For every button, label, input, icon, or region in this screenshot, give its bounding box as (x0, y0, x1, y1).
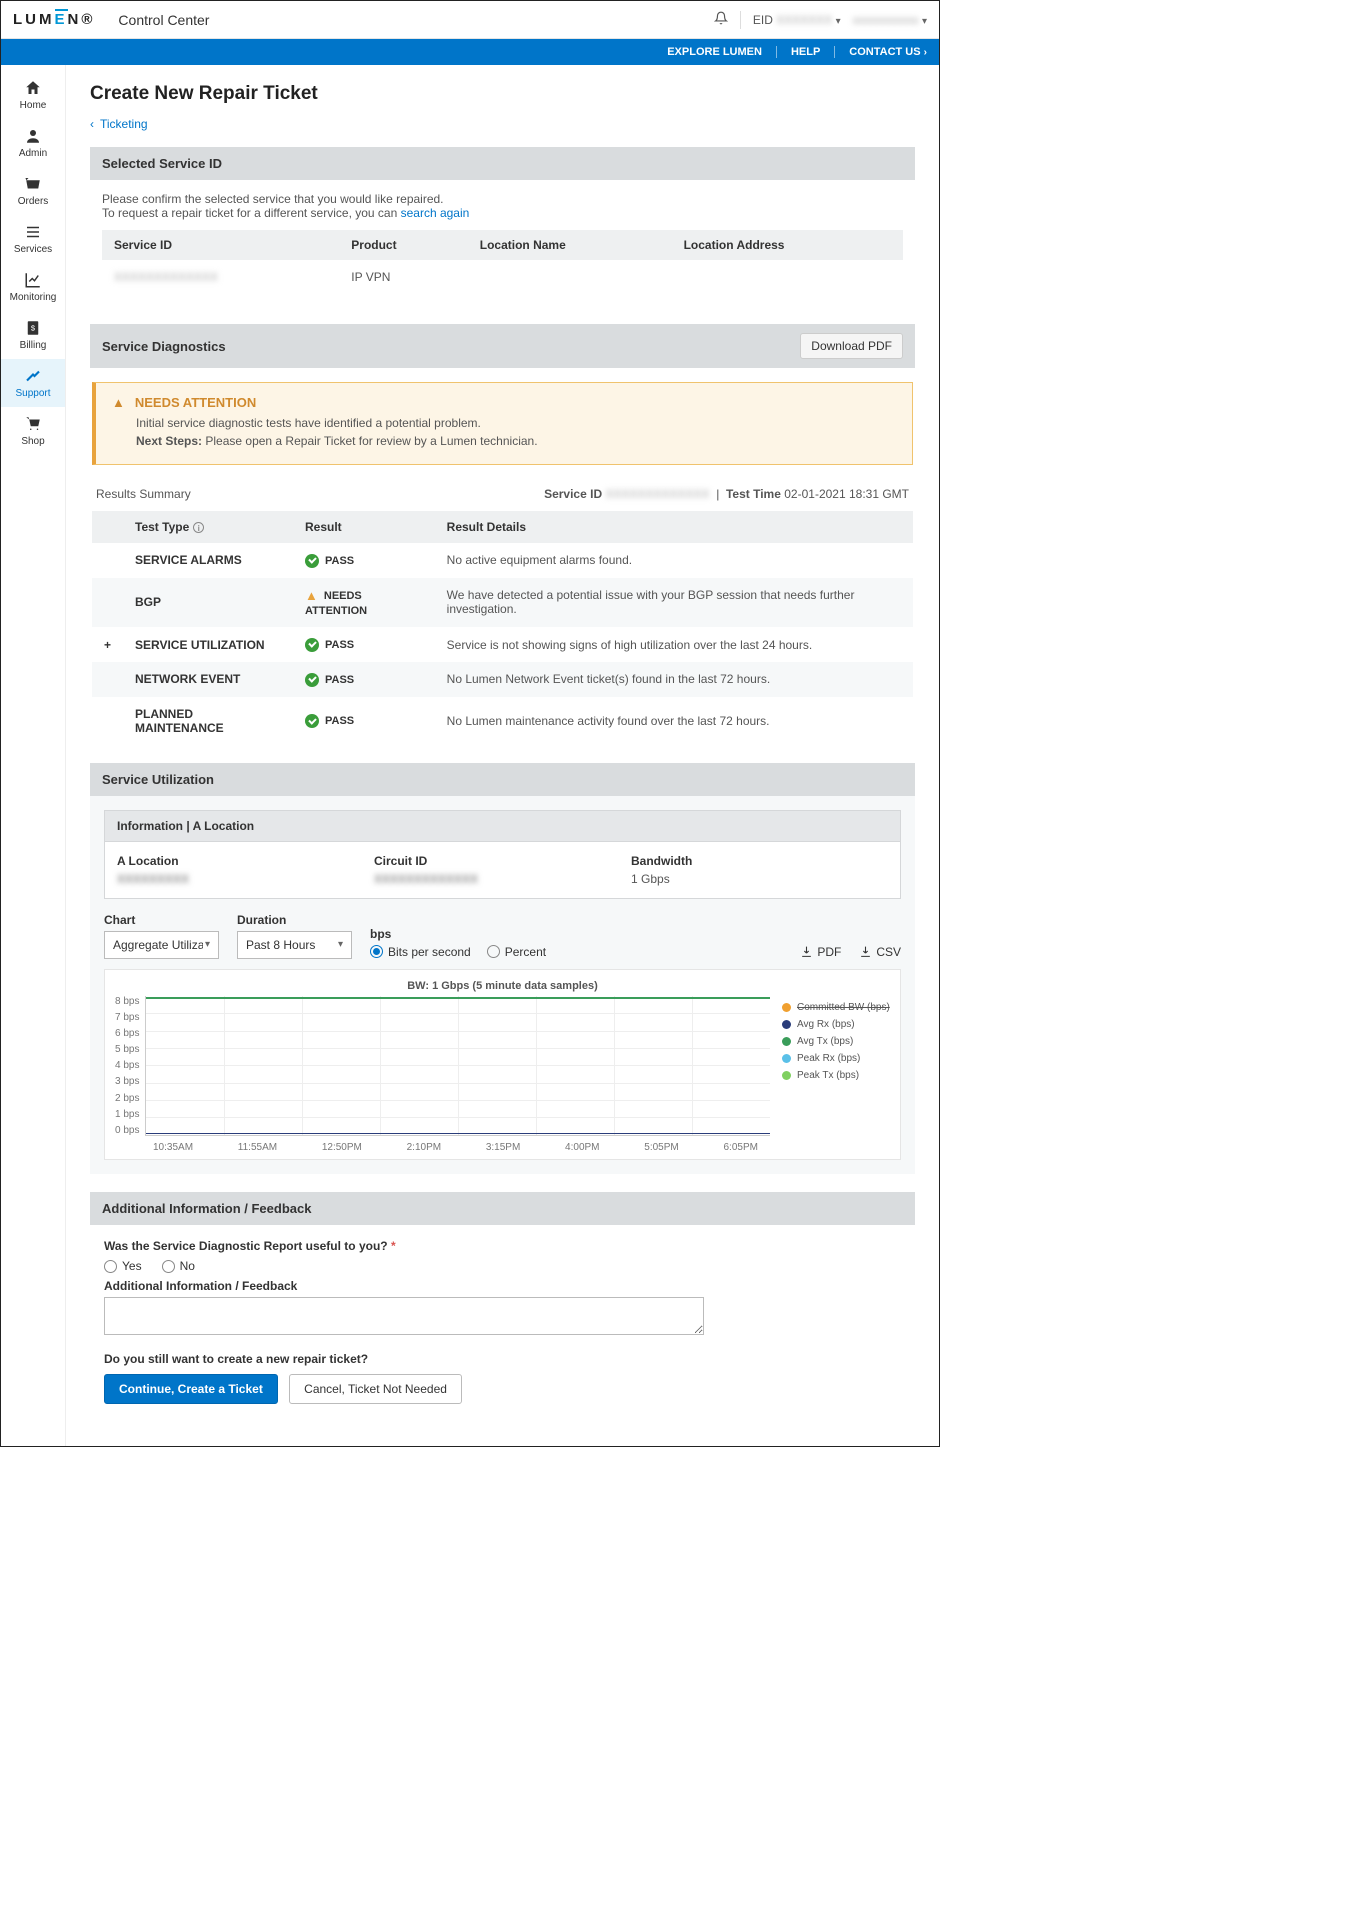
diag-row: +SERVICE UTILIZATIONPASSService is not s… (92, 627, 913, 662)
page-title: Create New Repair Ticket (90, 83, 915, 105)
service-row: XXXXXXXXXXXXX IP VPN (102, 260, 903, 294)
util-info-head: Information | A Location (104, 810, 901, 841)
nav-admin[interactable]: Admin (1, 119, 65, 167)
nav-services[interactable]: Services (1, 215, 65, 263)
eid-menu[interactable]: EID XXXXXXX ▾ (753, 13, 841, 27)
results-summary-label: Results Summary (96, 487, 191, 501)
nav-shop[interactable]: Shop (1, 407, 65, 455)
search-again-link[interactable]: search again (401, 206, 470, 220)
avg-tx-line (146, 997, 770, 999)
col-product: Product (339, 230, 467, 260)
col-service-id: Service ID (102, 230, 339, 260)
col-details: Result Details (435, 511, 913, 543)
expand-icon[interactable]: + (92, 627, 123, 662)
avg-rx-line (146, 1133, 770, 1134)
col-test-type: Test Typei (123, 511, 293, 543)
sidenav: Home Admin Orders Services Monitoring $B… (1, 65, 66, 1446)
help-link[interactable]: HELP (791, 46, 820, 58)
continue-button[interactable]: Continue, Create a Ticket (104, 1374, 278, 1404)
export-pdf[interactable]: PDF (800, 945, 841, 959)
confirm-text: Please confirm the selected service that… (102, 192, 903, 206)
col-location-address: Location Address (672, 230, 903, 260)
duration-select[interactable]: Past 8 Hours▾ (237, 931, 352, 959)
diag-row: BGP▲NEEDS ATTENTIONWe have detected a po… (92, 578, 913, 627)
warning-icon: ▲ (112, 395, 125, 410)
logo: LUMEN® (13, 11, 92, 28)
chart-plot (145, 996, 770, 1136)
diagnostics-head: Service Diagnostics (102, 339, 226, 354)
info-icon[interactable]: i (193, 522, 204, 533)
diag-row: NETWORK EVENTPASSNo Lumen Network Event … (92, 662, 913, 697)
radio-bps[interactable]: Bits per second (370, 945, 471, 959)
export-csv[interactable]: CSV (859, 945, 901, 959)
pass-icon (305, 714, 319, 728)
create-ticket-question: Do you still want to create a new repair… (104, 1352, 901, 1366)
cancel-button[interactable]: Cancel, Ticket Not Needed (289, 1374, 462, 1404)
nav-billing[interactable]: $Billing (1, 311, 65, 359)
nav-monitoring[interactable]: Monitoring (1, 263, 65, 311)
needs-attention-alert: ▲NEEDS ATTENTION Initial service diagnos… (92, 382, 913, 465)
diag-row: SERVICE ALARMSPASSNo active equipment al… (92, 543, 913, 578)
app-title: Control Center (118, 12, 209, 28)
feedback-no[interactable]: No (162, 1259, 195, 1273)
chart-xaxis: 10:35AM11:55AM12:50PM2:10PM3:15PM4:00PM5… (153, 1142, 758, 1153)
utilization-chart: BW: 1 Gbps (5 minute data samples) 8 bps… (104, 969, 901, 1160)
utilization-head: Service Utilization (90, 763, 915, 796)
feedback-head: Additional Information / Feedback (90, 1192, 915, 1225)
feedback-yes[interactable]: Yes (104, 1259, 142, 1273)
bell-icon[interactable] (714, 11, 728, 28)
diag-row: PLANNED MAINTENANCEPASSNo Lumen maintena… (92, 697, 913, 745)
nav-home[interactable]: Home (1, 71, 65, 119)
breadcrumb-ticketing[interactable]: ‹Ticketing (90, 117, 915, 131)
nav-orders[interactable]: Orders (1, 167, 65, 215)
chart-legend: Committed BW (bps) Avg Rx (bps) Avg Tx (… (770, 996, 890, 1136)
selected-service-head: Selected Service ID (90, 147, 915, 180)
chart-select[interactable]: Aggregate Utilization▾ (104, 931, 219, 959)
chevron-down-icon: ▾ (338, 939, 343, 950)
explore-link[interactable]: EXPLORE LUMEN (667, 46, 762, 58)
service-table: Service ID Product Location Name Locatio… (102, 230, 903, 294)
diagnostics-table: Test Typei Result Result Details SERVICE… (92, 511, 913, 745)
warning-icon: ▲ (305, 588, 318, 603)
contact-link[interactable]: CONTACT US › (849, 46, 927, 58)
pass-icon (305, 673, 319, 687)
pass-icon (305, 638, 319, 652)
feedback-textarea[interactable] (104, 1297, 704, 1335)
extra-label: Additional Information / Feedback (104, 1279, 901, 1293)
col-result: Result (293, 511, 435, 543)
chevron-down-icon: ▾ (205, 939, 210, 950)
chart-yaxis: 8 bps7 bps6 bps5 bps4 bps3 bps2 bps1 bps… (115, 996, 145, 1136)
user-menu[interactable]: xxxxxxxxxxx ▾ (853, 13, 927, 27)
nav-support[interactable]: Support (1, 359, 65, 407)
pass-icon (305, 554, 319, 568)
radio-percent[interactable]: Percent (487, 945, 546, 959)
col-location-name: Location Name (468, 230, 672, 260)
download-pdf-button[interactable]: Download PDF (800, 333, 903, 359)
